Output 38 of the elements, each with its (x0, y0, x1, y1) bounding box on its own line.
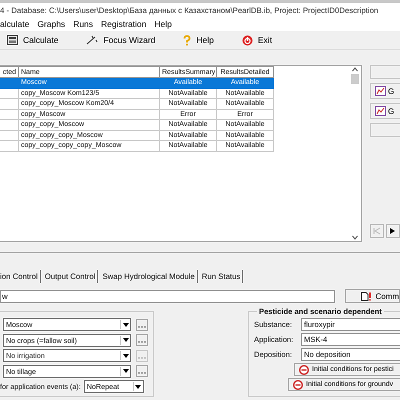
comment-button[interactable]: Comm (345, 289, 400, 303)
graph-button[interactable]: G (370, 103, 400, 119)
side-button[interactable] (370, 65, 400, 79)
menu-item[interactable]: Help (150, 19, 176, 29)
dropdown-arrow-icon (122, 322, 128, 326)
exit-icon (242, 34, 253, 46)
toolbar-button[interactable]: Exit (238, 34, 276, 46)
minus-circle-icon (299, 364, 309, 374)
menu-item[interactable]: Graphs (33, 19, 70, 29)
toolbar-button[interactable]: Focus Wizard (83, 34, 158, 46)
first-icon (373, 227, 381, 235)
toolbar-button[interactable]: Help (180, 34, 217, 46)
menu-item[interactable]: Registration (97, 19, 150, 29)
browse-button[interactable] (136, 334, 148, 346)
minus-circle-icon (293, 380, 303, 390)
scroll-thumb[interactable] (350, 74, 358, 84)
dropdown-arrow-icon (122, 338, 128, 342)
question-icon (183, 34, 192, 46)
document-icon (361, 292, 372, 300)
menu-item[interactable]: alculate (0, 19, 34, 29)
last-icon (389, 227, 397, 235)
chart-icon (375, 106, 386, 116)
dropdown-arrow-icon (122, 369, 128, 373)
nav-button[interactable] (386, 224, 400, 238)
browse-button[interactable] (136, 365, 148, 377)
wand-icon (86, 35, 98, 45)
browse-button[interactable] (136, 318, 148, 330)
menu-item[interactable]: Runs (69, 19, 98, 29)
browse-button[interactable] (136, 350, 148, 362)
side-button[interactable] (370, 123, 400, 137)
graph-button[interactable]: G (370, 83, 400, 99)
dropdown-arrow-icon (135, 384, 142, 388)
scroll-down-icon (352, 233, 358, 241)
toolbar-button[interactable]: Calculate (4, 34, 62, 46)
dropdown-arrow-icon (122, 354, 128, 358)
chart-icon (375, 86, 386, 96)
scroll-up-icon (352, 66, 358, 74)
calculator-icon (7, 35, 18, 45)
